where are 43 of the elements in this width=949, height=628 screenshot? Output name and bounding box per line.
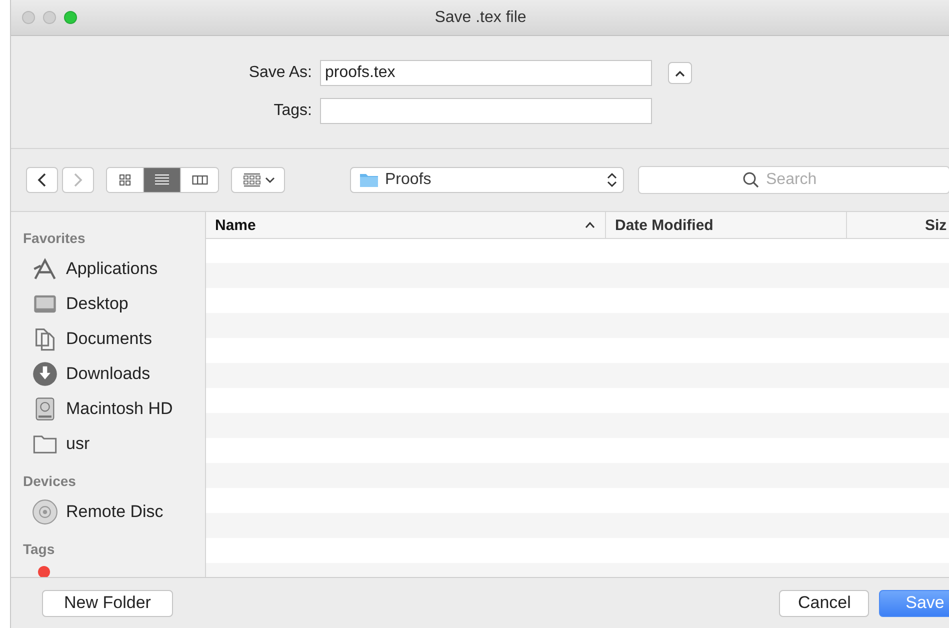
sidebar-heading: Favorites	[22, 230, 86, 246]
apps-icon	[32, 256, 58, 282]
icon-view-button[interactable]	[107, 168, 144, 192]
tags-label: Tags:	[272, 102, 312, 120]
sidebar-item[interactable]: Desktop	[11, 286, 205, 321]
tags-field[interactable]	[320, 98, 652, 124]
save-as-label: Save As:	[248, 64, 312, 82]
sidebar-item[interactable]: Downloads	[11, 356, 205, 391]
sidebar-item[interactable]: usr	[11, 426, 205, 461]
search-field[interactable]: Search	[638, 166, 949, 194]
expand-button[interactable]	[668, 62, 692, 84]
chevron-up-icon	[675, 70, 685, 76]
sidebar-heading: Tags	[22, 541, 56, 557]
grid-icon	[242, 172, 262, 188]
disc-icon	[32, 498, 58, 524]
sidebar-item[interactable]: Documents	[11, 321, 205, 356]
cancel-button[interactable]: Cancel	[779, 590, 869, 616]
list-view-button[interactable]	[144, 168, 181, 192]
tag-dot[interactable]	[38, 566, 50, 577]
sidebar-item[interactable]: Remote Disc	[11, 494, 205, 529]
window-title: Save .tex file	[434, 8, 526, 28]
sidebar-item[interactable]: Macintosh HD	[11, 391, 205, 426]
arrange-button[interactable]	[231, 167, 285, 193]
new-folder-button[interactable]: New Folder	[42, 590, 173, 616]
chevron-right-icon	[72, 172, 84, 188]
file-name-field[interactable]: proofs.tex	[320, 60, 652, 86]
up-down-icon	[607, 172, 617, 188]
sidebar-heading: Devices	[22, 473, 77, 489]
column-header[interactable]: Name	[206, 212, 606, 238]
grid-icon	[117, 172, 133, 188]
view-mode-control[interactable]	[106, 167, 219, 193]
sort-caret-icon	[585, 221, 595, 229]
folder-icon	[359, 172, 379, 188]
search-icon	[742, 171, 760, 189]
sidebar-item[interactable]: Applications	[11, 251, 205, 286]
location-popup[interactable]: Proofs	[350, 167, 624, 193]
chevron-left-icon	[36, 172, 48, 188]
column-header[interactable]: Date Modified	[606, 212, 847, 238]
chevron-down-icon	[264, 176, 274, 184]
back-button[interactable]	[26, 167, 58, 193]
download-icon	[32, 360, 58, 386]
column-view-button[interactable]	[181, 168, 218, 192]
column-header[interactable]: Siz	[847, 212, 949, 238]
